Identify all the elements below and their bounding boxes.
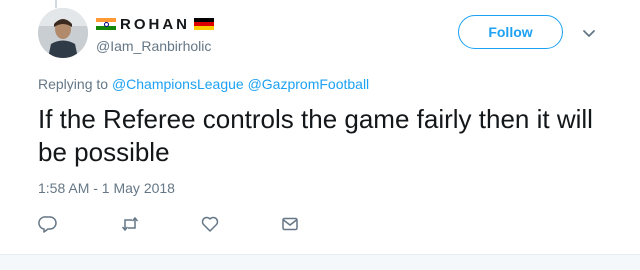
avatar-photo	[38, 8, 88, 58]
tweet-text: If the Referee controls the game fairly …	[38, 104, 593, 167]
tweet-actions	[38, 214, 338, 234]
replying-to-line: Replying to @ChampionsLeague @GazpromFoo…	[38, 76, 369, 92]
india-flag-icon	[96, 17, 116, 31]
mention-link-gazpromfootball[interactable]: @GazpromFootball	[248, 76, 370, 92]
mention-link-championsleague[interactable]: @ChampionsLeague	[112, 76, 244, 92]
next-section-background	[0, 255, 640, 270]
retweet-icon[interactable]	[120, 214, 140, 234]
heart-icon[interactable]	[200, 214, 220, 234]
thread-connector-line	[55, 0, 57, 8]
germany-flag-icon	[194, 17, 214, 31]
display-name[interactable]: ROHAN	[96, 13, 214, 35]
chevron-down-icon[interactable]	[580, 24, 598, 42]
avatar[interactable]	[38, 8, 88, 58]
reply-icon[interactable]	[38, 214, 58, 234]
tweet-timestamp[interactable]: 1:58 AM - 1 May 2018	[38, 180, 175, 196]
user-handle[interactable]: @Iam_Ranbirholic	[96, 38, 211, 54]
display-name-text: ROHAN	[120, 15, 190, 33]
replying-to-label: Replying to	[38, 76, 109, 92]
envelope-icon[interactable]	[280, 214, 300, 234]
follow-button[interactable]: Follow	[458, 15, 563, 49]
